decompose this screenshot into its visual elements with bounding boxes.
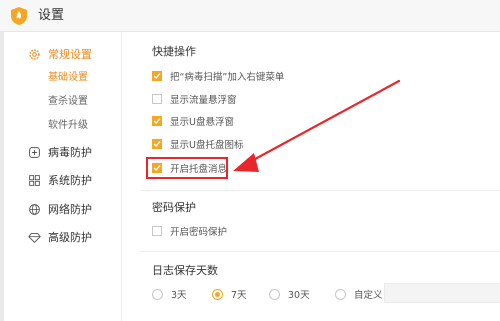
- app-logo-icon: [10, 6, 28, 26]
- radio-30-days[interactable]: 30天: [269, 287, 310, 301]
- gear-icon: [26, 46, 42, 62]
- option-password-protection[interactable]: 开启密码保护: [152, 224, 227, 238]
- system-protection-icon: [26, 172, 42, 188]
- sidebar-item-network-protection[interactable]: 网络防护: [26, 199, 92, 219]
- diamond-icon: [26, 229, 42, 245]
- section-title-password: 密码保护: [152, 201, 196, 214]
- option-label: 开启密码保护: [170, 227, 228, 238]
- radio-label: 自定义: [354, 290, 383, 301]
- virus-protection-icon: [26, 144, 42, 160]
- option-label: 显示U盘悬浮窗: [170, 117, 234, 128]
- section-divider: [140, 190, 500, 191]
- window-title: 设置: [38, 8, 65, 23]
- sidebar-subitem-scan-settings[interactable]: 查杀设置: [48, 95, 88, 109]
- radio-7-days[interactable]: 7天: [212, 287, 247, 301]
- radio-label: 7天: [231, 290, 247, 301]
- option-add-context-menu[interactable]: 把“病毒扫描”加入右键菜单: [152, 69, 284, 83]
- option-usb-float-window[interactable]: 显示U盘悬浮窗: [152, 114, 234, 128]
- sidebar-item-system-protection[interactable]: 系统防护: [26, 170, 92, 190]
- checkbox-unchecked[interactable]: [152, 94, 162, 104]
- sidebar-item-virus-protection[interactable]: 病毒防护: [26, 142, 92, 162]
- checkbox-unchecked[interactable]: [152, 226, 162, 236]
- option-usb-tray-icon[interactable]: 显示U盘托盘图标: [152, 137, 243, 151]
- option-label: 显示流量悬浮窗: [170, 95, 237, 106]
- radio-button[interactable]: [269, 288, 280, 300]
- section-divider: [140, 251, 500, 252]
- sidebar-item-general-settings[interactable]: 常规设置: [26, 44, 92, 64]
- title-bar: 设置: [0, 0, 500, 32]
- radio-label: 30天: [288, 290, 310, 301]
- radio-custom[interactable]: 自定义: [335, 287, 383, 301]
- sidebar-item-advanced-protection[interactable]: 高级防护: [26, 227, 92, 247]
- sidebar-item-label: 系统防护: [48, 174, 92, 187]
- sidebar-item-label: 网络防护: [48, 203, 92, 216]
- section-title-quick-ops: 快捷操作: [152, 45, 196, 58]
- radio-button[interactable]: [152, 288, 163, 300]
- option-label: 把“病毒扫描”加入右键菜单: [170, 72, 285, 83]
- annotation-highlight-box: [146, 157, 228, 179]
- radio-label: 3天: [171, 290, 187, 301]
- option-label: 显示U盘托盘图标: [170, 140, 244, 151]
- sidebar-subitem-basic-settings[interactable]: 基础设置: [48, 71, 88, 85]
- sidebar-item-label: 常规设置: [48, 48, 92, 61]
- option-traffic-float-window[interactable]: 显示流量悬浮窗: [152, 92, 237, 106]
- sidebar-item-label: 病毒防护: [48, 146, 92, 159]
- checkbox-checked[interactable]: [152, 116, 162, 126]
- custom-days-input[interactable]: [384, 283, 500, 303]
- radio-button[interactable]: [335, 288, 346, 300]
- globe-icon: [26, 201, 42, 217]
- sidebar-item-label: 高级防护: [48, 231, 92, 244]
- checkbox-checked[interactable]: [152, 71, 162, 81]
- radio-3-days[interactable]: 3天: [152, 287, 187, 301]
- checkbox-checked[interactable]: [152, 139, 162, 149]
- section-title-log-days: 日志保存天数: [152, 264, 218, 277]
- sidebar-subitem-software-upgrade[interactable]: 软件升级: [48, 119, 88, 133]
- radio-button-selected[interactable]: [212, 288, 223, 300]
